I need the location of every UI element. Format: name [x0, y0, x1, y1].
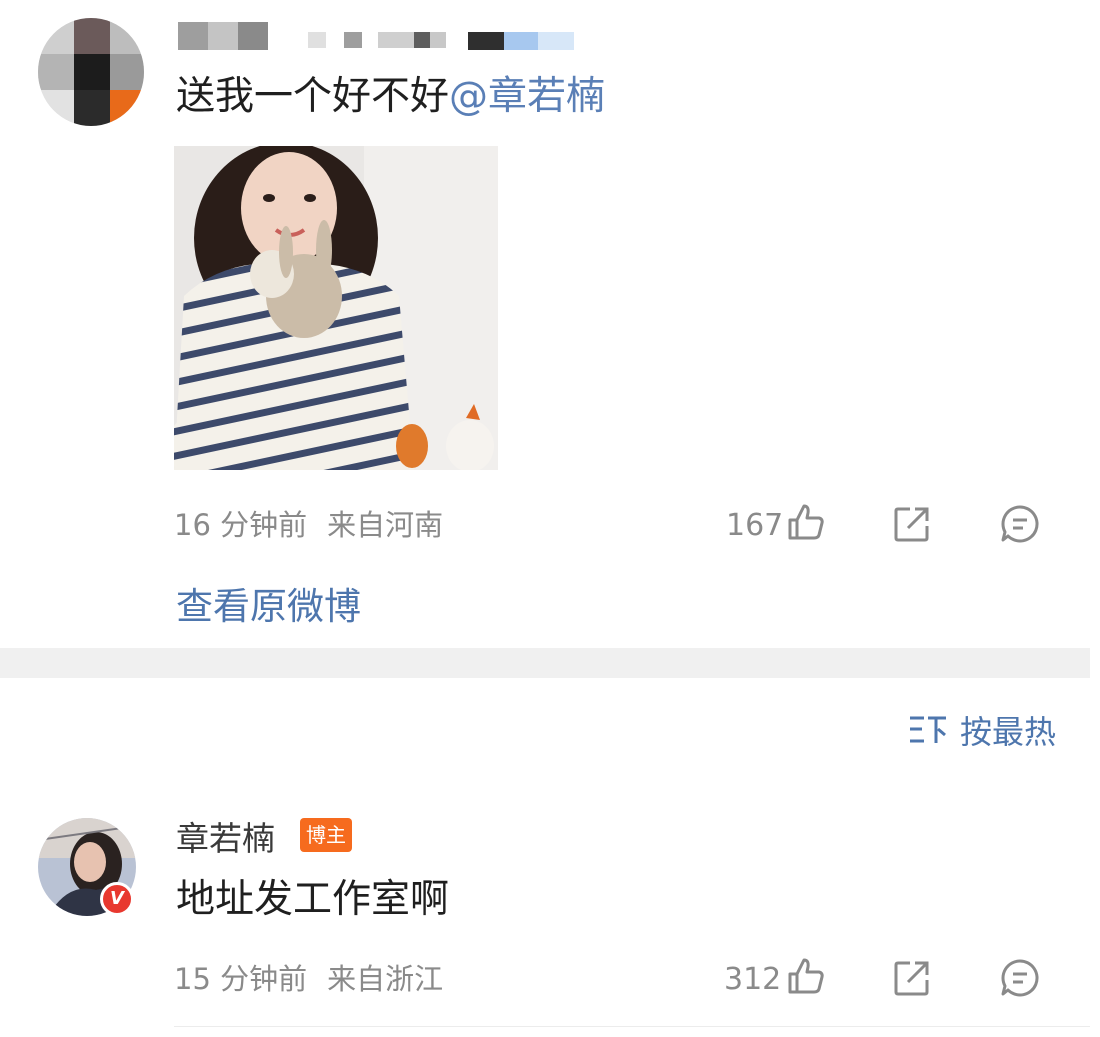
- post-actions: 167: [720, 500, 1050, 550]
- comment-location: 来自浙江: [327, 962, 444, 996]
- comment-author[interactable]: 章若楠: [176, 812, 275, 860]
- share-icon[interactable]: [892, 504, 936, 548]
- thumbs-up-icon[interactable]: [786, 956, 830, 1000]
- post-time: 16 分钟前: [174, 508, 308, 542]
- comment-icon[interactable]: [1000, 958, 1044, 1002]
- original-post: 送我一个好不好@章若楠 16 分钟前 来自河南 167 查看原微博: [0, 0, 1100, 648]
- share-icon[interactable]: [892, 958, 936, 1002]
- comment-time: 15 分钟前: [174, 962, 308, 996]
- comment-like-count: 312: [724, 962, 782, 997]
- post-meta: 16 分钟前 来自河南: [174, 502, 443, 544]
- verified-icon: V: [100, 882, 134, 916]
- comment-text: 地址发工作室啊: [176, 877, 450, 922]
- post-text: 送我一个好不好@章若楠: [176, 70, 605, 124]
- post-photo[interactable]: [174, 146, 498, 470]
- post-photo-illustration: [174, 146, 498, 470]
- poster-badge: 博主: [300, 818, 352, 852]
- sort-label: 按最热: [959, 713, 1056, 751]
- section-divider: [0, 648, 1090, 678]
- comment-actions: 312: [720, 952, 1050, 1002]
- bottom-divider: [174, 1026, 1090, 1027]
- comment-meta: 15 分钟前 来自浙江: [174, 956, 443, 998]
- post-text-content: 送我一个好不好: [176, 74, 450, 119]
- poster-username-blurred[interactable]: [178, 18, 578, 54]
- view-original-link[interactable]: 查看原微博: [176, 576, 361, 630]
- sort-icon: [909, 716, 946, 743]
- poster-avatar-blurred[interactable]: [38, 18, 144, 126]
- post-like-count: 167: [726, 508, 784, 543]
- thumbs-up-icon[interactable]: [786, 502, 830, 546]
- mention-link[interactable]: @章若楠: [449, 74, 605, 119]
- comment-icon[interactable]: [1000, 504, 1044, 548]
- post-location: 来自河南: [327, 508, 444, 542]
- sort-button[interactable]: 按最热: [908, 708, 1056, 752]
